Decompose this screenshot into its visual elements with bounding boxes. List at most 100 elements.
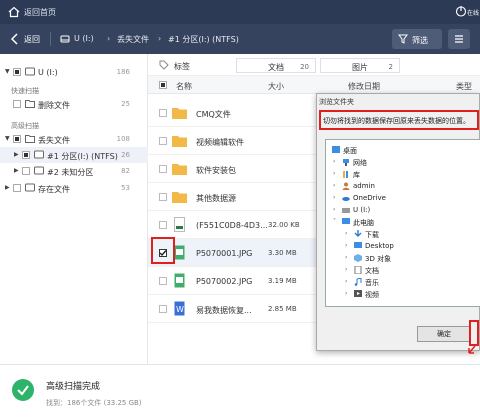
tree-item-partition-2[interactable]: ▶ #2 未知分区 82	[0, 163, 148, 179]
tag-icon	[159, 60, 169, 70]
file-size: 3.30 MB	[268, 249, 297, 257]
file-icon	[174, 217, 185, 232]
row-checkbox[interactable]	[159, 137, 167, 145]
music-icon	[354, 278, 362, 286]
download-icon	[354, 230, 362, 237]
tree-checkbox[interactable]	[13, 135, 21, 143]
tree-node-label: 音乐	[365, 279, 379, 287]
tree-checkbox[interactable]	[22, 167, 30, 175]
tab-documents[interactable]: 文档 20	[236, 58, 316, 73]
desktop-icon	[354, 242, 362, 248]
folder-tree: 桌面 › 网络 › 库 › admin › OneDrive › U (I:)	[325, 139, 480, 307]
column-date[interactable]: 修改日期	[348, 81, 380, 92]
drive-icon	[34, 150, 44, 159]
status-bar: 高级扫描完成 找到：186个文件 (33.25 GB)	[0, 364, 480, 419]
expand-arrow-icon[interactable]: ›	[333, 182, 335, 189]
tree-node-label: 下载	[365, 231, 379, 239]
top-bar: 返回首页 在线	[0, 0, 480, 24]
caret-right-icon[interactable]: ▶	[5, 184, 10, 191]
tab-count: 2	[388, 63, 393, 71]
drive-icon	[25, 183, 35, 192]
status-title: 高级扫描完成	[46, 382, 101, 392]
expand-arrow-icon[interactable]: ›	[345, 230, 347, 237]
folder-icon	[172, 192, 187, 203]
row-checkbox[interactable]	[159, 165, 167, 173]
caret-right-icon[interactable]: ▶	[14, 167, 19, 174]
tree-item-lost[interactable]: ▼ 丢失文件 108	[0, 131, 148, 147]
expand-arrow-icon[interactable]: ›	[333, 194, 335, 201]
drive-icon	[34, 166, 44, 175]
column-type[interactable]: 类型	[456, 81, 472, 92]
computer-icon	[342, 218, 350, 224]
expand-arrow-icon[interactable]: ›	[333, 170, 335, 177]
folder-icon	[25, 135, 35, 143]
tree-node-label: 文档	[365, 267, 379, 275]
back-button[interactable]: 返回	[24, 34, 40, 45]
dialog-title: 浏览文件夹	[319, 98, 354, 106]
expand-arrow-icon[interactable]: ›	[333, 158, 335, 165]
check-circle-icon	[12, 379, 34, 401]
breadcrumb-lost-files[interactable]: 丢失文件	[117, 34, 149, 45]
expand-arrow-icon[interactable]: ›	[345, 254, 347, 261]
file-size: 32.00 KB	[268, 221, 300, 229]
expand-arrow-icon[interactable]: ›	[345, 278, 347, 285]
tree-item-drive[interactable]: ▼ U (I:) 186	[0, 64, 148, 80]
library-icon	[343, 171, 348, 178]
caret-right-icon[interactable]: ▶	[14, 151, 19, 158]
expand-arrow-icon[interactable]: ›	[345, 266, 347, 273]
caret-down-icon[interactable]: ▼	[5, 68, 10, 75]
tab-images[interactable]: 图片 2	[320, 58, 400, 73]
tree-label: 存在文件	[38, 185, 70, 194]
jpg-icon	[174, 273, 185, 288]
online-label[interactable]: 在线	[467, 8, 479, 17]
column-size[interactable]: 大小	[268, 81, 284, 92]
tree-item-existing[interactable]: ▶ 存在文件 53	[0, 180, 148, 196]
folder-icon	[25, 100, 35, 108]
row-checkbox[interactable]	[159, 221, 167, 229]
tree-checkbox[interactable]	[22, 151, 30, 159]
collapse-arrow-icon[interactable]: ˅	[333, 218, 336, 225]
ok-button[interactable]: 确定	[417, 326, 471, 342]
drive-icon	[25, 67, 35, 76]
tree-node-label: U (I:)	[353, 206, 371, 214]
breadcrumb-partition[interactable]: #1 分区(I:) (NTFS)	[168, 34, 239, 45]
back-arrow-icon[interactable]	[10, 33, 20, 45]
document-icon	[354, 266, 362, 274]
caret-down-icon[interactable]: ▼	[5, 135, 10, 142]
filter-label[interactable]: 筛选	[412, 35, 428, 46]
file-size: 3.19 MB	[268, 277, 297, 285]
file-name: 易我数据恢复...	[196, 306, 252, 315]
file-name: 其他数据源	[196, 194, 236, 203]
browse-folder-dialog: 浏览文件夹 切勿将找到的数据保存回原来丢失数据的位置。 桌面 › 网络 › 库 …	[316, 93, 480, 351]
menu-button[interactable]	[448, 29, 470, 49]
tree-node-label: 桌面	[343, 147, 357, 155]
tree-item-partition-1[interactable]: ▶ #1 分区(I:) (NTFS) 26	[0, 147, 148, 163]
tree-count: 82	[121, 167, 130, 175]
power-icon[interactable]	[455, 5, 467, 17]
home-link[interactable]: 返回首页	[24, 7, 56, 18]
file-name: P5070002.JPG	[196, 277, 253, 286]
tree-checkbox[interactable]	[13, 100, 21, 108]
row-checkbox[interactable]	[159, 305, 167, 313]
tree-checkbox[interactable]	[13, 68, 21, 76]
tree-checkbox[interactable]	[13, 184, 21, 192]
select-all-checkbox[interactable]	[159, 81, 167, 89]
column-name[interactable]: 名称	[176, 81, 192, 92]
breadcrumb-drive[interactable]: U (I:)	[74, 34, 94, 43]
row-checkbox[interactable]	[159, 277, 167, 285]
status-detail: 找到：186个文件 (33.25 GB)	[46, 399, 142, 407]
desktop-icon	[332, 146, 340, 153]
expand-arrow-icon[interactable]: ›	[333, 206, 335, 213]
chevron-right-icon: ›	[107, 34, 111, 43]
row-checkbox[interactable]	[159, 193, 167, 201]
expand-arrow-icon[interactable]: ›	[345, 290, 347, 297]
jpg-icon	[174, 245, 185, 260]
expand-arrow-icon[interactable]: ›	[345, 242, 347, 249]
home-icon[interactable]	[8, 6, 20, 18]
tree-node-label: 视频	[365, 291, 379, 299]
tab-count: 20	[300, 63, 309, 71]
menu-icon	[455, 35, 463, 43]
tree-count: 108	[116, 135, 130, 143]
row-checkbox[interactable]	[159, 109, 167, 117]
tree-item-deleted[interactable]: 删除文件 25	[0, 96, 148, 112]
